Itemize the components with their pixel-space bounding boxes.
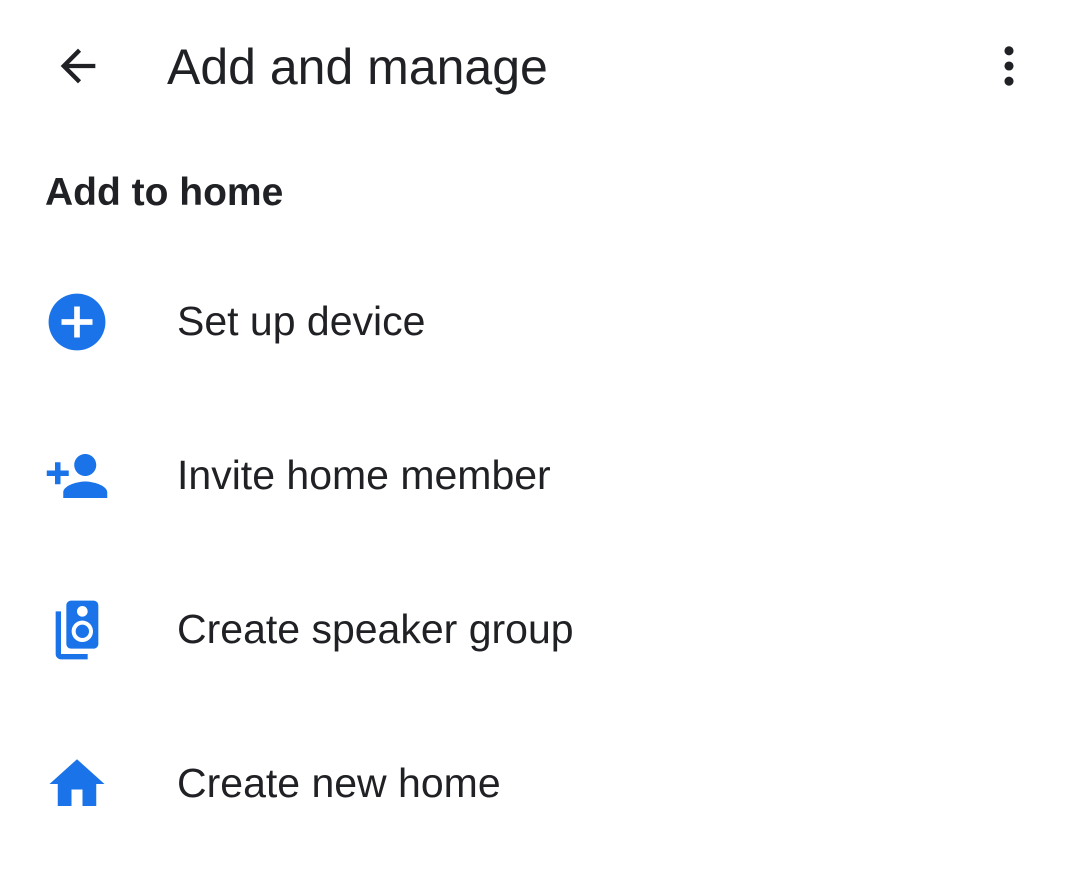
home-icon bbox=[42, 749, 112, 819]
person-add-icon bbox=[42, 441, 112, 511]
menu-item-label: Set up device bbox=[177, 298, 426, 344]
menu-item-label: Create new home bbox=[177, 760, 501, 806]
set-up-device-item[interactable]: Set up device bbox=[0, 244, 1079, 398]
create-new-home-item[interactable]: Create new home bbox=[0, 706, 1079, 860]
section-header: Add to home bbox=[45, 171, 284, 214]
menu-item-label: Invite home member bbox=[177, 452, 551, 498]
menu-list: Set up device Invite home member Create … bbox=[0, 244, 1079, 860]
speaker-group-icon bbox=[42, 595, 112, 665]
invite-home-member-item[interactable]: Invite home member bbox=[0, 398, 1079, 552]
overflow-menu-button[interactable] bbox=[969, 28, 1049, 108]
menu-item-label: Create speaker group bbox=[177, 606, 574, 652]
add-circle-icon bbox=[42, 287, 112, 357]
more-vert-icon bbox=[983, 40, 1035, 97]
back-button[interactable] bbox=[38, 28, 118, 108]
app-bar: Add and manage bbox=[0, 0, 1079, 134]
arrow-back-icon bbox=[52, 40, 104, 97]
create-speaker-group-item[interactable]: Create speaker group bbox=[0, 552, 1079, 706]
page-title: Add and manage bbox=[167, 39, 548, 95]
